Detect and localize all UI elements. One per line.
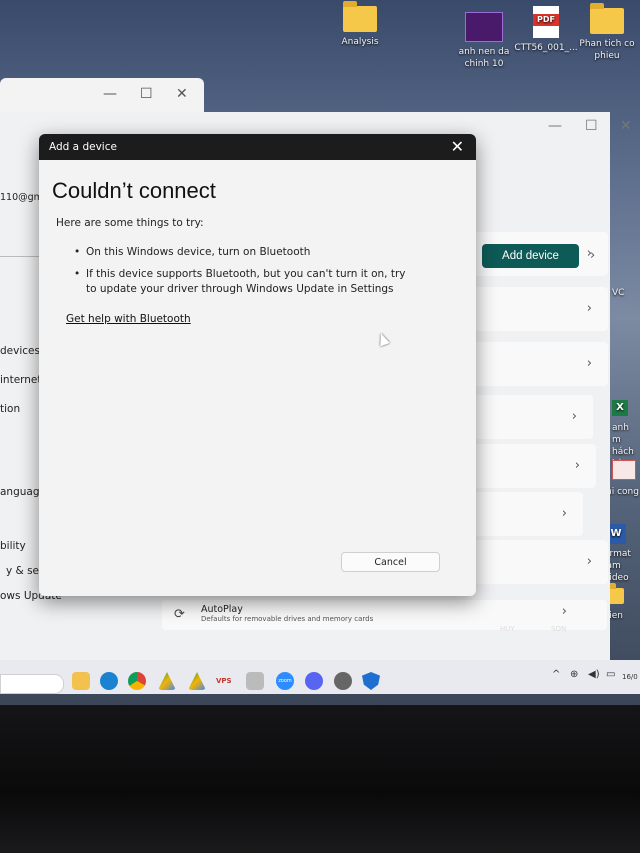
excel-icon: X [612, 400, 628, 416]
folder-icon [590, 3, 624, 34]
maximize-icon[interactable]: ☐ [140, 86, 153, 102]
vps-icon[interactable]: VPS [216, 672, 236, 690]
gear-icon[interactable] [334, 672, 352, 690]
close-icon[interactable]: ✕ [451, 137, 464, 156]
network-icon[interactable]: ⊕ [570, 669, 578, 680]
chevron-up-icon[interactable]: ^ [552, 669, 560, 680]
document-icon [612, 460, 636, 480]
desktop-icon-pdf[interactable]: PDF CTT56_001_... [511, 6, 581, 54]
discord-icon[interactable] [305, 672, 323, 690]
desktop-icon-label: anh nen da chinh 10 [458, 47, 510, 69]
add-device-button[interactable]: Add device [482, 244, 579, 268]
chevron-right-icon: › [574, 458, 580, 473]
desktop-icon-analysis[interactable]: Analysis [325, 1, 395, 48]
image-thumbnail-icon [465, 12, 503, 42]
desktop-label: VC [612, 288, 625, 298]
clock-date[interactable]: 16/0 [622, 673, 638, 681]
desktop-icon-label: Phan tich co phieu [579, 39, 635, 61]
pdf-badge: PDF [533, 14, 559, 26]
maximize-icon[interactable]: ☐ [585, 118, 598, 134]
bluetooth-help-link[interactable]: Get help with Bluetooth [66, 313, 191, 325]
desktop-icon-label: Analysis [341, 37, 379, 47]
dialog-heading: Couldn’t connect [52, 178, 216, 203]
sidebar-item-accessibility[interactable]: bility [0, 540, 26, 552]
taskbar-name: HUY [500, 625, 515, 633]
settings-row[interactable]: › [468, 342, 608, 386]
file-explorer-icon[interactable] [72, 672, 90, 690]
laptop-bezel [0, 705, 640, 853]
chevron-right-icon: › [586, 356, 592, 371]
taskbar: VPS zoom ^ ⊕ ◀) ▭ 16/0 [0, 660, 640, 694]
desktop-icon-label: CTT56_001_... [514, 43, 578, 53]
settings-row[interactable]: › [468, 492, 583, 536]
sidebar-item-devices[interactable]: devices [0, 345, 40, 357]
chevron-right-icon: › [561, 604, 567, 619]
drive-icon[interactable] [158, 672, 176, 690]
shield-icon[interactable] [362, 672, 380, 690]
minimize-icon[interactable]: — [103, 86, 117, 102]
sidebar-item-personalization[interactable]: tion [0, 403, 20, 415]
tip-item: If this device supports Bluetooth, but y… [74, 267, 416, 297]
dialog-title: Add a device [49, 141, 117, 153]
chevron-right-icon: › [586, 301, 592, 316]
zoom-icon[interactable]: zoom [276, 672, 294, 690]
folder-icon [343, 1, 377, 32]
settings-row[interactable]: › [468, 540, 608, 584]
autoplay-row[interactable]: ⟳ AutoPlay Defaults for removable drives… [162, 600, 607, 630]
close-icon[interactable]: ✕ [620, 118, 632, 134]
autoplay-icon: ⟳ [174, 607, 185, 622]
drive-icon[interactable] [188, 672, 206, 690]
dialog-title-bar: Add a device ✕ [39, 134, 476, 160]
autoplay-subtitle: Defaults for removable drives and memory… [201, 615, 374, 623]
search-input[interactable] [0, 674, 64, 694]
pdf-icon: PDF [533, 6, 559, 38]
desktop-label-vc: VC [612, 287, 640, 299]
chevron-right-icon[interactable]: › [590, 248, 595, 263]
dialog-intro: Here are some things to try: [56, 217, 204, 229]
sidebar-item-network[interactable]: internet [0, 374, 42, 386]
desktop-label: hi cong [606, 487, 639, 497]
desktop-icon-folder[interactable]: Phan tich co phieu [572, 3, 640, 62]
add-device-dialog: Add a device ✕ Couldn’t connect Here are… [39, 134, 476, 596]
desktop-icon-image[interactable]: anh nen da chinh 10 [449, 12, 519, 70]
chevron-right-icon: › [586, 554, 592, 569]
settings-row[interactable]: › [468, 395, 593, 439]
background-window: — ☐ ✕ [0, 78, 204, 114]
cancel-button[interactable]: Cancel [341, 552, 440, 572]
chevron-right-icon: › [561, 506, 567, 521]
battery-icon[interactable]: ▭ [606, 669, 615, 680]
app-icon[interactable] [246, 672, 264, 690]
settings-row[interactable]: › [468, 287, 608, 331]
chevron-right-icon: › [571, 409, 577, 424]
autoplay-title: AutoPlay [201, 604, 243, 615]
chrome-icon[interactable] [128, 672, 146, 690]
screen: Analysis anh nen da chinh 10 PDF CTT56_0… [0, 0, 640, 705]
tip-item: On this Windows device, turn on Bluetoot… [74, 245, 416, 260]
close-icon[interactable]: ✕ [176, 86, 188, 102]
volume-icon[interactable]: ◀) [588, 669, 600, 680]
desktop-icon-doc[interactable]: hi cong [606, 460, 640, 498]
edge-icon[interactable] [100, 672, 118, 690]
minimize-icon[interactable]: — [548, 118, 562, 134]
settings-row[interactable]: › [468, 444, 596, 488]
taskbar-name: SON [551, 625, 567, 633]
